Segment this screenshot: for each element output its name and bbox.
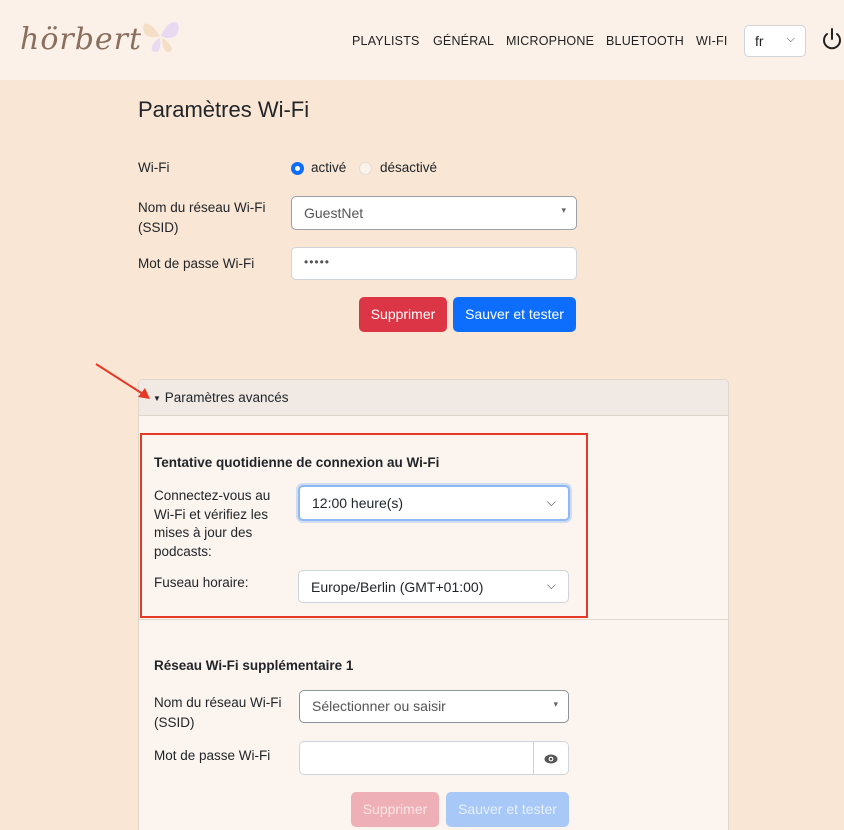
panel-divider [139, 619, 728, 620]
annotation-arrow-icon [95, 363, 150, 399]
nav-bluetooth[interactable]: BLUETOOTH [606, 34, 684, 48]
extra-ssid-label: Nom du réseau Wi-Fi (SSID) [154, 695, 282, 730]
show-password-button[interactable] [533, 741, 569, 775]
password-label: Mot de passe Wi-Fi [138, 256, 255, 271]
extra-password-input[interactable] [299, 741, 534, 775]
extra-save-test-button[interactable]: Sauver et tester [446, 792, 569, 827]
butterfly-icon [143, 21, 179, 52]
nav-general[interactable]: GÉNÉRAL [433, 34, 494, 48]
eye-icon [544, 754, 558, 764]
advanced-settings-toggle[interactable]: ▼ Paramètres avancés [139, 380, 728, 416]
wifi-on-radio[interactable] [291, 162, 304, 175]
power-icon[interactable] [820, 24, 844, 54]
nav-microphone[interactable]: MICROPHONE [506, 34, 594, 48]
nav-playlists[interactable]: PLAYLISTS [352, 34, 420, 48]
wifi-off-radio[interactable] [359, 162, 372, 175]
extra-delete-button[interactable]: Supprimer [351, 792, 439, 827]
page-title: Paramètres Wi-Fi [138, 97, 310, 122]
caret-down-icon: ▾ [553, 699, 558, 709]
wifi-off-label[interactable]: désactivé [380, 158, 437, 178]
brand-logo[interactable]: hörbert [20, 22, 142, 57]
save-test-button[interactable]: Sauver et tester [453, 297, 576, 332]
wifi-label: Wi-Fi [138, 160, 170, 175]
annotation-highlight-box [140, 433, 588, 618]
password-input[interactable]: ••••• [291, 247, 577, 280]
advanced-settings-header: ▼ Paramètres avancés [153, 390, 289, 405]
extra-network-title: Réseau Wi-Fi supplémentaire 1 [154, 658, 354, 673]
language-value: fr [755, 33, 764, 49]
extra-password-label: Mot de passe Wi-Fi [154, 748, 271, 763]
advanced-settings-label: Paramètres avancés [164, 390, 289, 405]
extra-ssid-select[interactable]: Sélectionner ou saisir ▾ [299, 690, 569, 723]
caret-down-icon: ▼ [153, 393, 161, 403]
chevron-down-icon: ⌵ [786, 33, 795, 45]
nav-wifi[interactable]: WI-FI [696, 34, 728, 48]
ssid-label: Nom du réseau Wi-Fi (SSID) [138, 200, 266, 235]
password-value: ••••• [304, 255, 331, 269]
delete-button[interactable]: Supprimer [359, 297, 447, 332]
extra-ssid-placeholder: Sélectionner ou saisir [312, 698, 446, 714]
language-select[interactable]: fr ⌵ [744, 25, 806, 57]
caret-down-icon: ▾ [561, 205, 566, 215]
ssid-value: GuestNet [304, 205, 364, 221]
ssid-select[interactable]: GuestNet ▾ [291, 196, 577, 230]
wifi-on-label[interactable]: activé [311, 158, 346, 178]
top-navbar: hörbert PLAYLISTS GÉNÉRAL MICROPHONE BLU… [0, 0, 844, 80]
